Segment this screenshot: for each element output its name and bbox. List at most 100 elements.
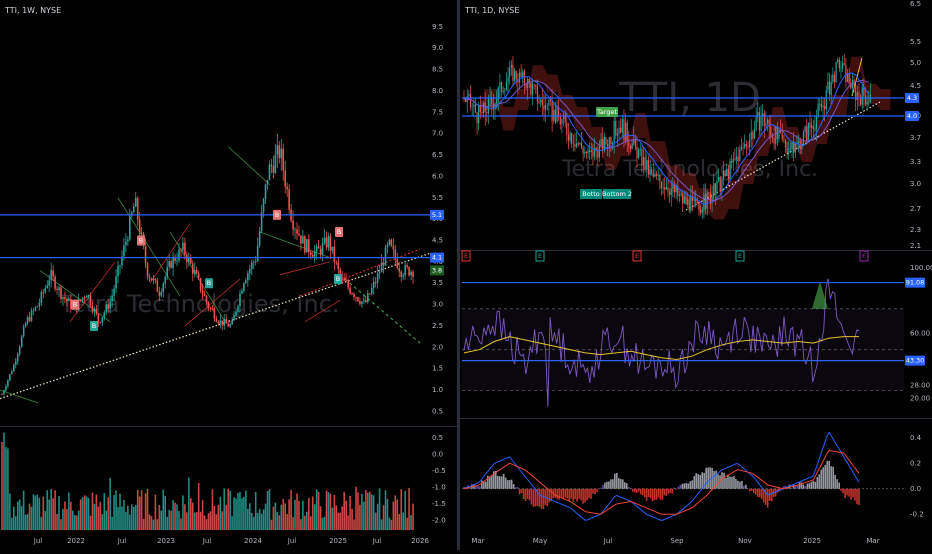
weekly-signal-marker: B xyxy=(139,237,143,245)
weekly-volume-bar xyxy=(347,516,349,530)
weekly-volume-bar xyxy=(100,502,102,530)
weekly-candle xyxy=(312,255,314,257)
weekly-volume-bar xyxy=(302,501,304,530)
weekly-candle xyxy=(308,239,310,252)
weekly-volume-bar xyxy=(290,490,292,530)
weekly-candle xyxy=(259,231,261,245)
daily-candle xyxy=(587,150,588,153)
daily-candle xyxy=(504,90,505,91)
weekly-candle xyxy=(86,296,88,298)
weekly-candle xyxy=(31,311,33,321)
weekly-candle xyxy=(119,265,121,266)
weekly-volume-bar xyxy=(186,512,188,530)
daily-candle xyxy=(818,104,819,115)
weekly-candle xyxy=(277,145,279,154)
weekly-candle xyxy=(326,238,328,248)
weekly-signal-marker: B xyxy=(337,228,341,236)
weekly-volume-bar xyxy=(410,515,412,530)
daily-candle xyxy=(560,116,561,124)
weekly-volume-bar xyxy=(121,506,123,530)
weekly-volume-bar xyxy=(282,499,284,530)
oscillator-y-tick-label: 0.0 xyxy=(432,450,443,458)
daily-candle xyxy=(511,65,512,68)
daily-candle xyxy=(847,73,848,82)
macd-histogram-bar xyxy=(687,483,689,488)
daily-candle xyxy=(589,150,590,152)
daily-candle xyxy=(622,119,623,133)
weekly-candle xyxy=(176,261,178,262)
macd-histogram-bar xyxy=(616,473,618,489)
weekly-y-tick-label: 9.0 xyxy=(432,44,443,52)
weekly-candle xyxy=(105,304,107,312)
macd-histogram-bar xyxy=(622,479,624,488)
daily-candle xyxy=(476,112,477,123)
daily-candle xyxy=(561,119,562,124)
weekly-volume-bar xyxy=(98,507,100,530)
daily-y-tick-label: 3.7 xyxy=(910,134,921,142)
macd-histogram-bar xyxy=(805,486,807,489)
macd-histogram-bar xyxy=(695,473,697,489)
weekly-volume-bar xyxy=(129,514,131,530)
daily-candle xyxy=(698,202,699,209)
macd-histogram-bar xyxy=(574,489,576,499)
daily-x-tick-label: May xyxy=(533,537,547,545)
weekly-candle xyxy=(210,308,212,309)
daily-candle xyxy=(684,197,685,203)
weekly-volume-bar xyxy=(119,494,121,530)
weekly-volume-bar xyxy=(373,495,375,530)
daily-candle xyxy=(631,143,632,149)
weekly-candle xyxy=(269,165,271,180)
weekly-y-tick-label: 5.5 xyxy=(432,194,443,202)
weekly-signal-marker: B xyxy=(73,301,77,309)
daily-candle xyxy=(787,148,788,153)
daily-candle xyxy=(733,159,734,163)
daily-candle xyxy=(625,122,626,140)
weekly-volume-bar xyxy=(400,489,402,530)
daily-candle xyxy=(663,187,664,188)
daily-candle xyxy=(664,187,665,189)
daily-candle xyxy=(793,142,794,153)
daily-candle xyxy=(635,139,636,146)
macd-histogram-bar xyxy=(529,489,531,501)
daily-candle xyxy=(591,150,592,152)
macd-histogram-bar xyxy=(606,482,608,489)
macd-histogram-bar xyxy=(584,489,586,503)
macd-histogram-bar xyxy=(578,489,580,499)
macd-histogram-bar xyxy=(741,481,743,489)
weekly-candle xyxy=(139,219,141,233)
weekly-candle xyxy=(137,198,139,219)
daily-candle xyxy=(656,174,657,176)
macd-histogram-bar xyxy=(517,487,519,489)
weekly-volume-bar xyxy=(15,516,17,530)
macd-histogram-bar xyxy=(533,489,535,507)
weekly-candle xyxy=(393,246,395,250)
weekly-volume-bar xyxy=(56,514,58,530)
weekly-volume-bar xyxy=(267,491,269,530)
weekly-volume-bar xyxy=(263,509,265,530)
weekly-candle xyxy=(235,312,237,315)
weekly-candle xyxy=(241,291,243,293)
weekly-y-tick-label: 1.5 xyxy=(432,365,443,373)
macd-histogram-bar xyxy=(739,482,741,489)
macd-histogram-bar xyxy=(519,489,521,495)
macd-histogram-bar xyxy=(638,489,640,492)
weekly-candle xyxy=(377,273,379,283)
daily-candle xyxy=(669,192,670,195)
daily-candle xyxy=(798,141,799,143)
weekly-volume-bar xyxy=(324,517,326,530)
daily-candle xyxy=(690,196,691,210)
weekly-volume-bar xyxy=(159,505,161,530)
weekly-candle xyxy=(33,310,35,311)
weekly-candle xyxy=(21,336,23,346)
daily-candle xyxy=(667,187,668,192)
weekly-volume-bar xyxy=(155,495,157,530)
weekly-candle xyxy=(355,297,357,298)
weekly-candle xyxy=(343,278,345,281)
weekly-volume-bar xyxy=(221,511,223,530)
weekly-x-tick-label: 2026 xyxy=(411,537,429,545)
weekly-candle xyxy=(166,267,168,277)
daily-y-tick-label: 4.5 xyxy=(910,82,921,90)
macd-histogram-bar xyxy=(644,489,646,497)
daily-candle xyxy=(808,123,809,141)
macd-histogram-bar xyxy=(858,489,860,505)
